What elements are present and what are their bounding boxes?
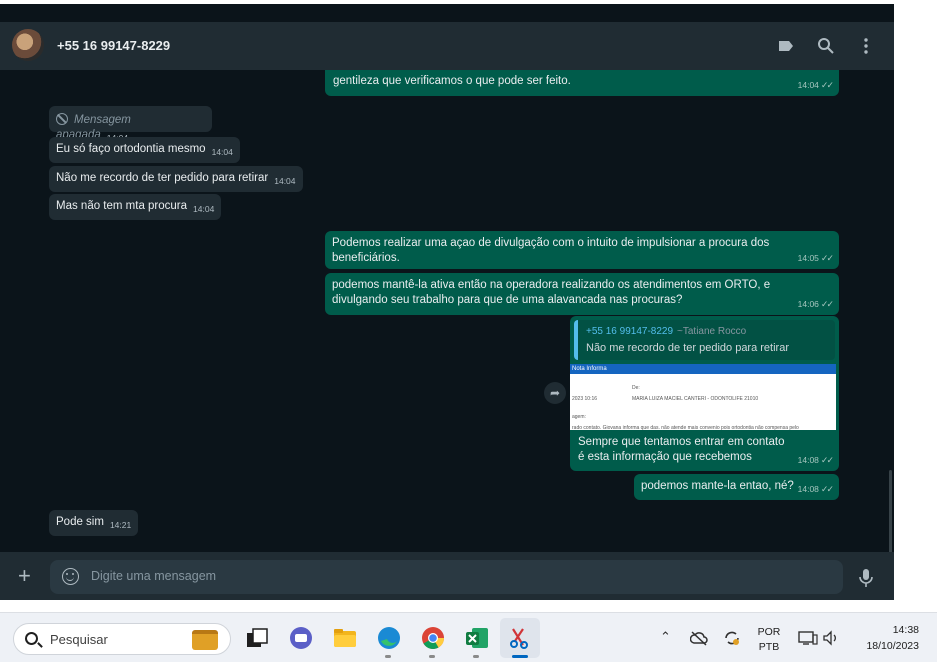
message-text: Mas não tem mta procura	[56, 200, 188, 212]
clock-time[interactable]: 14:38	[855, 624, 919, 636]
screen: +55 16 99147-8229 gentileza que verifica…	[0, 0, 937, 662]
message-incoming[interactable]: Mas não tem mta procura 14:04	[49, 194, 222, 220]
message-time: 14:04	[193, 204, 215, 214]
snipping-tool-icon[interactable]	[507, 625, 533, 651]
task-view-icon[interactable]	[244, 625, 270, 651]
excel-icon[interactable]	[464, 625, 490, 651]
image-attachment[interactable]: Nota Informa De: 2023 10:16 MARIA LUIZA …	[570, 364, 836, 431]
keyboard-layout-indicator[interactable]: PTB	[756, 641, 782, 653]
message-text: podemos mante-la entao, né?	[641, 480, 794, 492]
message-incoming-deleted[interactable]: Mensagem apagada14:04	[49, 106, 212, 143]
forward-icon[interactable]: ➦	[544, 382, 566, 404]
message-time: 14:04 ✓✓	[797, 80, 834, 90]
running-indicator	[473, 655, 479, 658]
message-time: 14:05 ✓✓	[797, 253, 834, 263]
deleted-icon	[56, 113, 68, 125]
whatsapp-window: +55 16 99147-8229 gentileza que verifica…	[0, 4, 894, 600]
sync-icon[interactable]	[722, 628, 742, 648]
message-time: 14:21	[109, 520, 132, 530]
message-outgoing[interactable]: podemos mantê-la ativa então na operador…	[325, 273, 839, 315]
message-input[interactable]	[91, 569, 791, 583]
search-icon[interactable]	[816, 36, 836, 56]
message-outgoing[interactable]: gentileza que verificamos o que pode ser…	[325, 70, 839, 96]
message-incoming[interactable]: Não me recordo de ter pedido para retira…	[49, 166, 303, 192]
chrome-browser-icon[interactable]	[420, 625, 446, 651]
contact-avatar[interactable]	[12, 29, 44, 61]
search-label: Pesquisar	[50, 632, 108, 647]
message-time: 14:04	[211, 147, 233, 157]
message-incoming[interactable]: Eu só faço ortodontia mesmo 14:04	[49, 137, 240, 163]
message-text: podemos mantê-la ativa então na operador…	[332, 279, 771, 306]
file-explorer-icon[interactable]	[332, 625, 358, 651]
microphone-icon[interactable]	[858, 568, 874, 588]
message-text: Pode sim	[56, 516, 104, 528]
chat-header[interactable]: +55 16 99147-8229	[0, 22, 894, 70]
message-composer: +	[0, 552, 894, 600]
image-text: MARIA LUIZA MACIEL CANTERI - ODONTOLIFE …	[632, 396, 759, 402]
image-text: 2023 10:16	[572, 396, 598, 402]
quoted-message[interactable]: +55 16 99147-8229 ~Tatiane Rocco Não me r…	[574, 320, 835, 360]
message-outgoing[interactable]: Podemos realizar uma açao de divulgação …	[325, 231, 839, 269]
right-blank-area	[894, 4, 937, 612]
running-indicator	[385, 655, 391, 658]
image-text: rado contato. Giovana informa que das. n…	[572, 425, 799, 431]
contact-name[interactable]: +55 16 99147-8229	[57, 38, 170, 53]
emoji-icon[interactable]	[62, 568, 79, 585]
active-indicator	[512, 655, 528, 658]
message-text: Não me recordo de ter pedido para retira…	[56, 172, 269, 184]
attach-plus-icon[interactable]: +	[18, 565, 31, 587]
teams-chat-icon[interactable]	[288, 625, 314, 651]
chat-scrollbar[interactable]	[889, 470, 892, 552]
message-input-box[interactable]	[50, 560, 843, 594]
clock-date[interactable]: 18/10/2023	[845, 640, 919, 652]
briefcase-icon	[192, 630, 218, 650]
chevron-up-icon[interactable]: ⌃	[660, 629, 671, 645]
message-outgoing[interactable]: podemos mante-la entao, né? 14:08 ✓✓	[634, 474, 839, 500]
message-text: Podemos realizar uma açao de divulgação …	[332, 237, 770, 264]
message-text: Eu só faço ortodontia mesmo	[56, 143, 206, 155]
message-incoming[interactable]: Pode sim 14:21	[49, 510, 139, 536]
volume-icon[interactable]	[822, 630, 840, 646]
edge-browser-icon[interactable]	[376, 625, 402, 651]
search-icon	[25, 632, 38, 645]
message-time: 14:04	[274, 176, 296, 186]
chat-area[interactable]: gentileza que verificamos o que pode ser…	[0, 70, 894, 552]
quote-text: Não me recordo de ter pedido para retira…	[586, 342, 789, 354]
menu-icon[interactable]	[856, 36, 876, 56]
image-header: Nota Informa	[570, 364, 836, 374]
cloud-offline-icon[interactable]	[690, 630, 708, 646]
message-time: 14:08 ✓✓	[797, 455, 834, 465]
message-time: 14:08 ✓✓	[797, 484, 834, 494]
windows-taskbar: Pesquisar ⌃ POR PTB 14:38 18/10/2023	[0, 612, 937, 662]
language-indicator[interactable]: POR	[756, 626, 782, 638]
message-time: 14:06 ✓✓	[797, 299, 834, 309]
network-icon[interactable]	[798, 630, 818, 646]
header-spacer	[0, 4, 894, 22]
label-icon[interactable]	[776, 36, 796, 56]
quote-author: +55 16 99147-8229	[586, 326, 674, 337]
message-outgoing-reply[interactable]: +55 16 99147-8229 ~Tatiane Rocco Não me r…	[570, 316, 839, 471]
running-indicator	[429, 655, 435, 658]
quote-name: ~Tatiane Rocco	[677, 326, 747, 337]
message-text: gentileza que verificamos o que pode ser…	[333, 75, 571, 87]
taskbar-search[interactable]: Pesquisar	[13, 623, 231, 655]
